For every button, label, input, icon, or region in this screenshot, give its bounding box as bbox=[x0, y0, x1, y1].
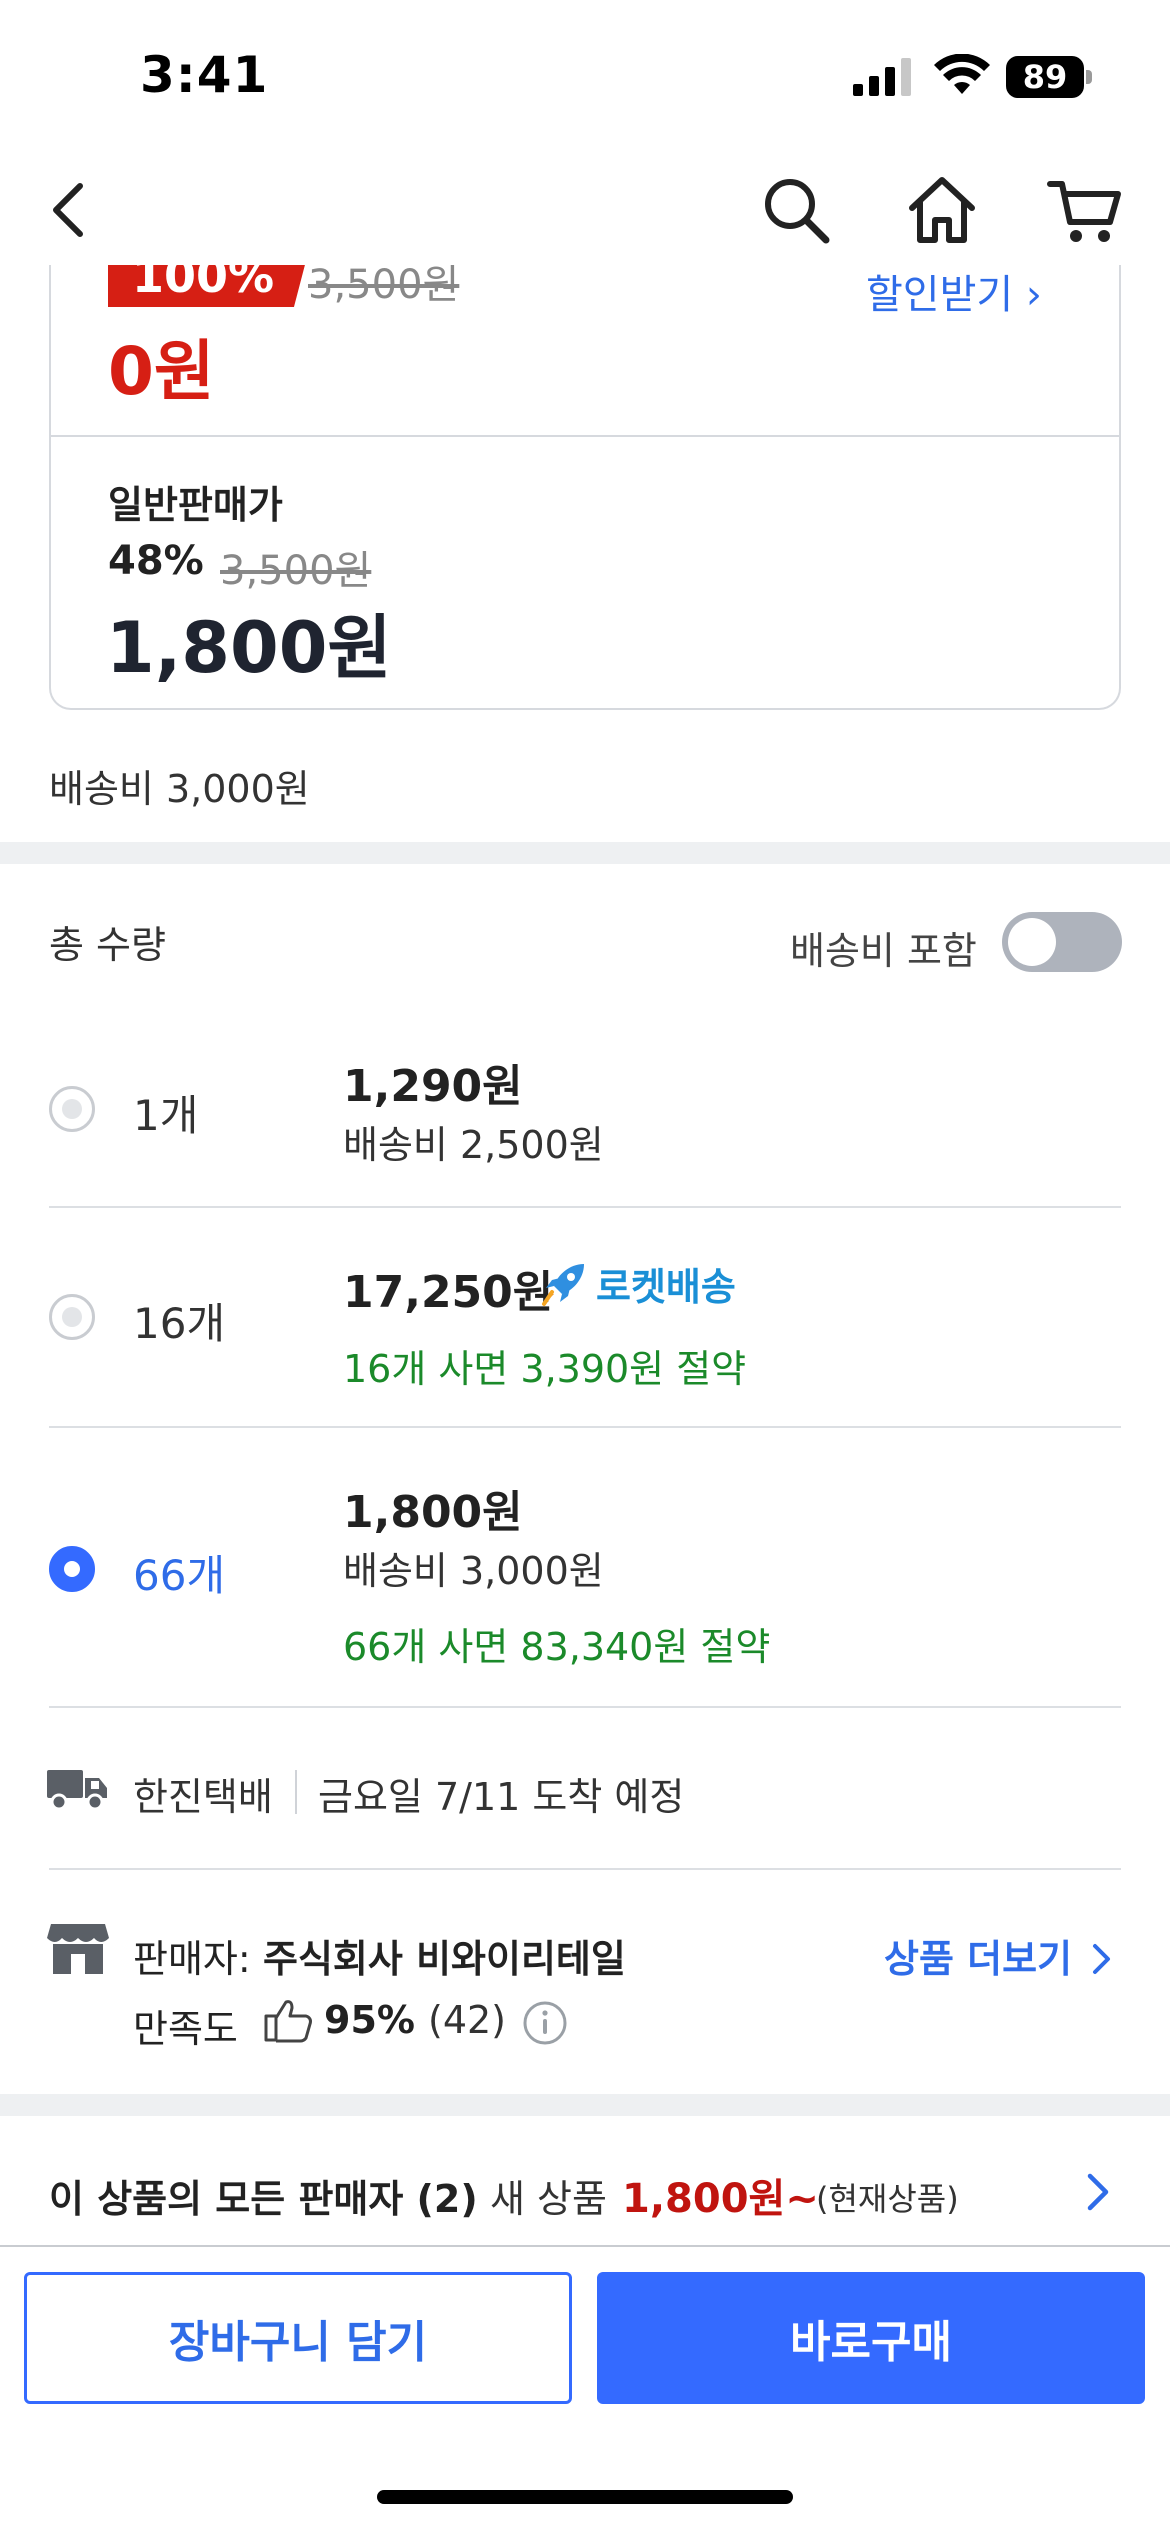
thumbs-up-icon bbox=[264, 2000, 312, 2043]
option-shipping: 배송비 3,000원 bbox=[343, 1549, 604, 1593]
regular-price: 1,800원 bbox=[106, 607, 392, 689]
coupon-price: 0원 bbox=[108, 333, 215, 410]
radio-button[interactable] bbox=[49, 1294, 95, 1340]
truck-icon bbox=[47, 1770, 107, 1811]
option-savings: 16개 사면 3,390원 절약 bbox=[343, 1347, 747, 1391]
seller-name[interactable]: 주식회사 비와이리테일 bbox=[263, 1928, 626, 1983]
top-nav bbox=[0, 150, 1170, 265]
regular-discount-percent: 48% bbox=[108, 538, 204, 584]
satisfaction-percent: 95% bbox=[324, 1998, 415, 2042]
battery-icon: 89 bbox=[1006, 56, 1092, 98]
rocket-icon bbox=[542, 1264, 584, 1306]
option-savings: 66개 사면 83,340원 절약 bbox=[343, 1625, 771, 1669]
chevron-right-icon[interactable] bbox=[1080, 2170, 1116, 2214]
option-price: 1,800원 bbox=[343, 1487, 523, 1538]
status-time: 3:41 bbox=[140, 46, 269, 104]
status-bar: 3:41 89 bbox=[0, 0, 1170, 150]
satisfaction-label: 만족도 bbox=[133, 2007, 238, 2051]
add-to-cart-button[interactable]: 장바구니 담기 bbox=[24, 2272, 572, 2404]
separator bbox=[295, 1770, 297, 1814]
divider bbox=[49, 1868, 1121, 1870]
new-product-price: 1,800원~ bbox=[622, 2176, 819, 2222]
option-divider bbox=[49, 1426, 1121, 1428]
all-sellers-label[interactable]: 이 상품의 모든 판매자 (2) bbox=[49, 2168, 478, 2223]
radio-button-selected[interactable] bbox=[49, 1546, 95, 1592]
info-icon[interactable] bbox=[522, 2000, 568, 2046]
option-quantity: 16개 bbox=[133, 1299, 226, 1348]
regular-price-label: 일반판매가 bbox=[108, 483, 283, 527]
delivery-carrier: 한진택배 bbox=[133, 1775, 273, 1819]
new-product-label: 새 상품 bbox=[490, 2177, 607, 2221]
chevron-right-icon bbox=[1093, 1944, 1111, 1974]
include-shipping-toggle[interactable] bbox=[1002, 912, 1122, 972]
store-icon bbox=[47, 1924, 109, 1974]
more-products-link[interactable]: 상품 더보기 bbox=[884, 1928, 1115, 1983]
price-card-divider bbox=[49, 435, 1121, 437]
cellular-signal-icon bbox=[853, 58, 911, 96]
back-arrow-icon[interactable] bbox=[30, 170, 110, 250]
rocket-delivery-badge: 로켓배송 bbox=[540, 1257, 736, 1309]
option-shipping: 배송비 2,500원 bbox=[343, 1123, 604, 1167]
wifi-icon bbox=[934, 54, 990, 94]
option-quantity: 1개 bbox=[133, 1091, 199, 1140]
cart-icon[interactable] bbox=[1046, 170, 1126, 250]
include-shipping-label: 배송비 포함 bbox=[790, 929, 977, 973]
regular-original-price: 3,500원 bbox=[220, 548, 372, 594]
option-divider bbox=[49, 1206, 1121, 1208]
rocket-delivery-label: 로켓배송 bbox=[596, 1264, 736, 1309]
option-price: 17,250원 bbox=[343, 1267, 554, 1318]
shipping-fee: 배송비 3,000원 bbox=[49, 767, 310, 811]
search-icon[interactable] bbox=[756, 170, 836, 250]
delivery-date: 금요일 7/11 도착 예정 bbox=[318, 1775, 685, 1819]
section-divider bbox=[0, 2094, 1170, 2116]
get-discount-link[interactable]: 할인받기 › bbox=[866, 262, 1042, 320]
section-divider bbox=[0, 842, 1170, 864]
home-indicator bbox=[377, 2490, 793, 2504]
total-quantity-label: 총 수량 bbox=[49, 923, 166, 967]
seller-label: 판매자: bbox=[133, 1937, 251, 1981]
toggle-knob bbox=[1008, 918, 1056, 966]
buy-now-button[interactable]: 바로구매 bbox=[597, 2272, 1145, 2404]
current-product-note: (현재상품) bbox=[816, 2180, 959, 2218]
radio-button[interactable] bbox=[49, 1086, 95, 1132]
option-quantity: 66개 bbox=[133, 1551, 226, 1600]
more-products-label: 상품 더보기 bbox=[884, 1937, 1073, 1981]
satisfaction-count: (42) bbox=[428, 1998, 507, 2042]
option-divider bbox=[49, 1706, 1121, 1708]
battery-level: 89 bbox=[1006, 56, 1084, 98]
option-price: 1,290원 bbox=[343, 1061, 523, 1112]
home-icon[interactable] bbox=[902, 170, 982, 250]
